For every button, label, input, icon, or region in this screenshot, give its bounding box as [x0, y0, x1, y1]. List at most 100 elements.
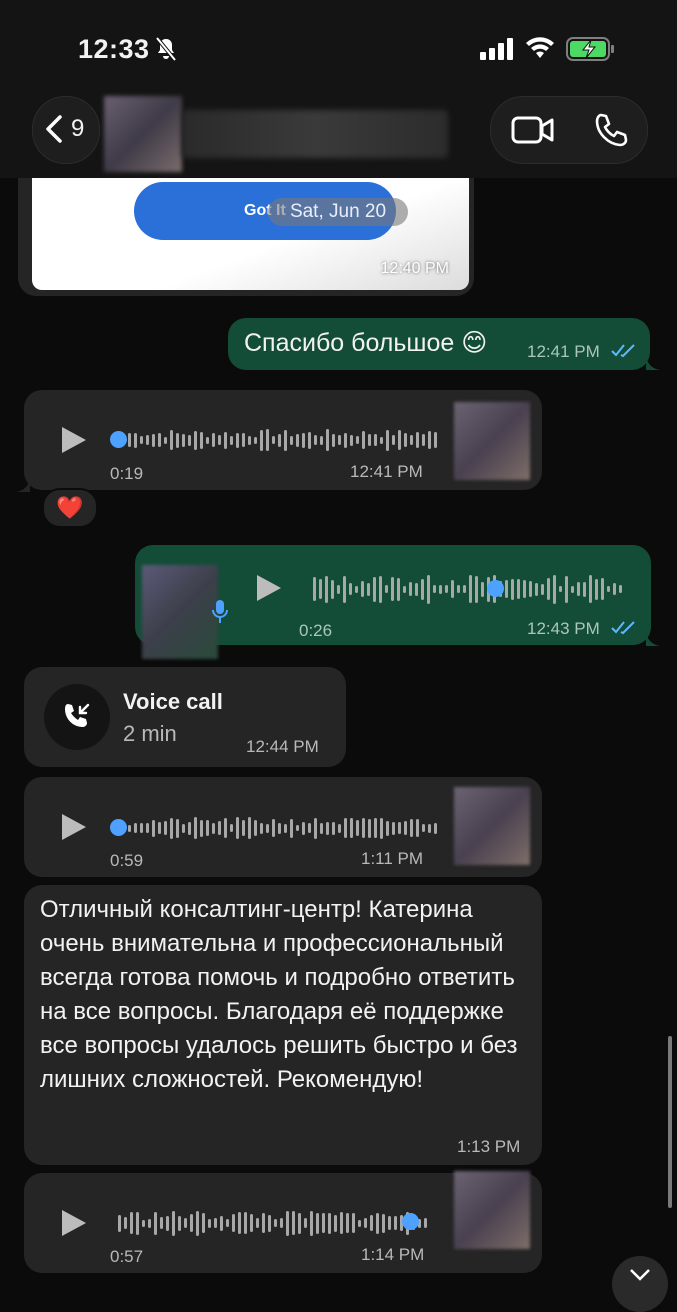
waveform-bar [142, 1219, 145, 1227]
phone-icon[interactable] [593, 112, 629, 148]
outgoing-voice-message[interactable]: 0:26 12:43 PM [135, 545, 651, 659]
call-actions [490, 96, 648, 164]
waveform-bar [313, 577, 316, 601]
waveform-bar [326, 821, 329, 835]
waveform-bar [128, 433, 131, 447]
battery-charging-icon [566, 37, 614, 61]
waveform-bar [344, 818, 347, 838]
waveform-bar [376, 1212, 379, 1234]
message-text: Спасибо большое 😊 [244, 329, 488, 357]
waveform-bar [140, 823, 143, 833]
waveform-bar [355, 585, 358, 593]
waveform-bar [316, 1212, 319, 1234]
waveform-bar [248, 817, 251, 839]
waveform-bar [415, 582, 418, 596]
incoming-text-message[interactable]: Отличный консалтинг-центр! Катерина очен… [24, 885, 542, 1165]
waveform-bar [136, 1211, 139, 1235]
play-icon[interactable] [62, 1210, 86, 1236]
waveform-bar [124, 1217, 127, 1229]
waveform-bar [290, 818, 293, 838]
waveform-bar [331, 579, 334, 599]
contact-avatar[interactable] [104, 96, 182, 172]
waveform-bar [379, 575, 382, 603]
incoming-voice-message[interactable]: 0:19 12:41 PM [24, 390, 542, 490]
waveform-bar [268, 1214, 271, 1232]
wifi-icon [526, 37, 554, 58]
waveform-bar [370, 1215, 373, 1231]
waveform-bar [362, 431, 365, 449]
waveform-bar [541, 583, 544, 595]
waveform-bar [254, 820, 257, 836]
date-separator: Sat, Jun 20 [268, 198, 408, 226]
incoming-voice-message[interactable]: 0:59 1:11 PM [24, 777, 542, 877]
waveform-bar [328, 1212, 331, 1234]
waveform-bar [422, 434, 425, 446]
back-button[interactable]: 9 [32, 96, 100, 164]
waveform-bar [394, 1216, 397, 1230]
playback-position[interactable] [487, 580, 504, 597]
double-check-icon [611, 621, 635, 635]
contact-name[interactable] [182, 110, 448, 158]
waveform-bar [613, 583, 616, 595]
video-icon[interactable] [511, 115, 555, 145]
message-time: 12:40 PM [380, 260, 449, 277]
waveform-bar [224, 818, 227, 838]
waveform-bar [160, 1217, 163, 1229]
scroll-down-button[interactable] [612, 1256, 668, 1312]
waveform-bar [421, 578, 424, 600]
waveform-bar [362, 818, 365, 838]
waveform-bar [350, 818, 353, 838]
heart-reaction[interactable]: ❤️ [42, 488, 98, 528]
waveform-bar [439, 584, 442, 594]
waveform-bar [238, 1212, 241, 1234]
waveform[interactable] [313, 574, 622, 604]
waveform-bar [325, 575, 328, 603]
waveform-bar [385, 585, 388, 593]
waveform-bar [416, 819, 419, 837]
waveform-bar [298, 1212, 301, 1234]
incoming-voice-message[interactable]: 0:57 1:14 PM [24, 1171, 542, 1273]
image-attachment[interactable]: Got It 12:40 PM [32, 160, 469, 290]
scrollbar[interactable] [668, 1036, 672, 1208]
waveform-bar [352, 1213, 355, 1233]
waveform-bar [469, 575, 472, 603]
waveform-bar [302, 821, 305, 835]
waveform-bar [146, 435, 149, 445]
waveform-bar [202, 1213, 205, 1233]
voice-duration: 0:59 [110, 851, 144, 870]
waveform-bar [382, 1213, 385, 1233]
waveform-bar [373, 576, 376, 602]
waveform-bar [409, 582, 412, 596]
waveform-bar [607, 586, 610, 592]
waveform-bar [433, 585, 436, 593]
playback-position[interactable] [110, 431, 127, 448]
waveform-bar [505, 580, 508, 598]
play-icon[interactable] [257, 575, 281, 601]
play-icon[interactable] [62, 427, 86, 453]
waveform[interactable] [128, 427, 437, 453]
image-message[interactable]: Got It 12:40 PM [18, 160, 474, 296]
waveform-bar [226, 1219, 229, 1227]
waveform[interactable] [128, 815, 437, 841]
waveform-bar [368, 434, 371, 446]
waveform-bar [278, 433, 281, 447]
double-check-icon [611, 344, 635, 358]
waveform-bar [194, 817, 197, 839]
sender-avatar [454, 1171, 530, 1249]
waveform-bar [304, 1218, 307, 1228]
outgoing-text-message[interactable]: Спасибо большое 😊 12:41 PM [228, 318, 650, 370]
play-icon[interactable] [62, 814, 86, 840]
waveform-bar [338, 435, 341, 445]
waveform-bar [349, 583, 352, 595]
message-time: 12:41 PM [350, 462, 423, 481]
waveform-bar [428, 431, 431, 449]
playback-position[interactable] [402, 1213, 419, 1230]
waveform-bar [170, 430, 173, 450]
playback-position[interactable] [110, 819, 127, 836]
waveform-bar [286, 1210, 289, 1236]
waveform-bar [356, 820, 359, 836]
waveform-bar [416, 432, 419, 448]
waveform-bar [196, 1210, 199, 1236]
waveform-bar [337, 584, 340, 594]
waveform[interactable] [118, 1209, 427, 1237]
